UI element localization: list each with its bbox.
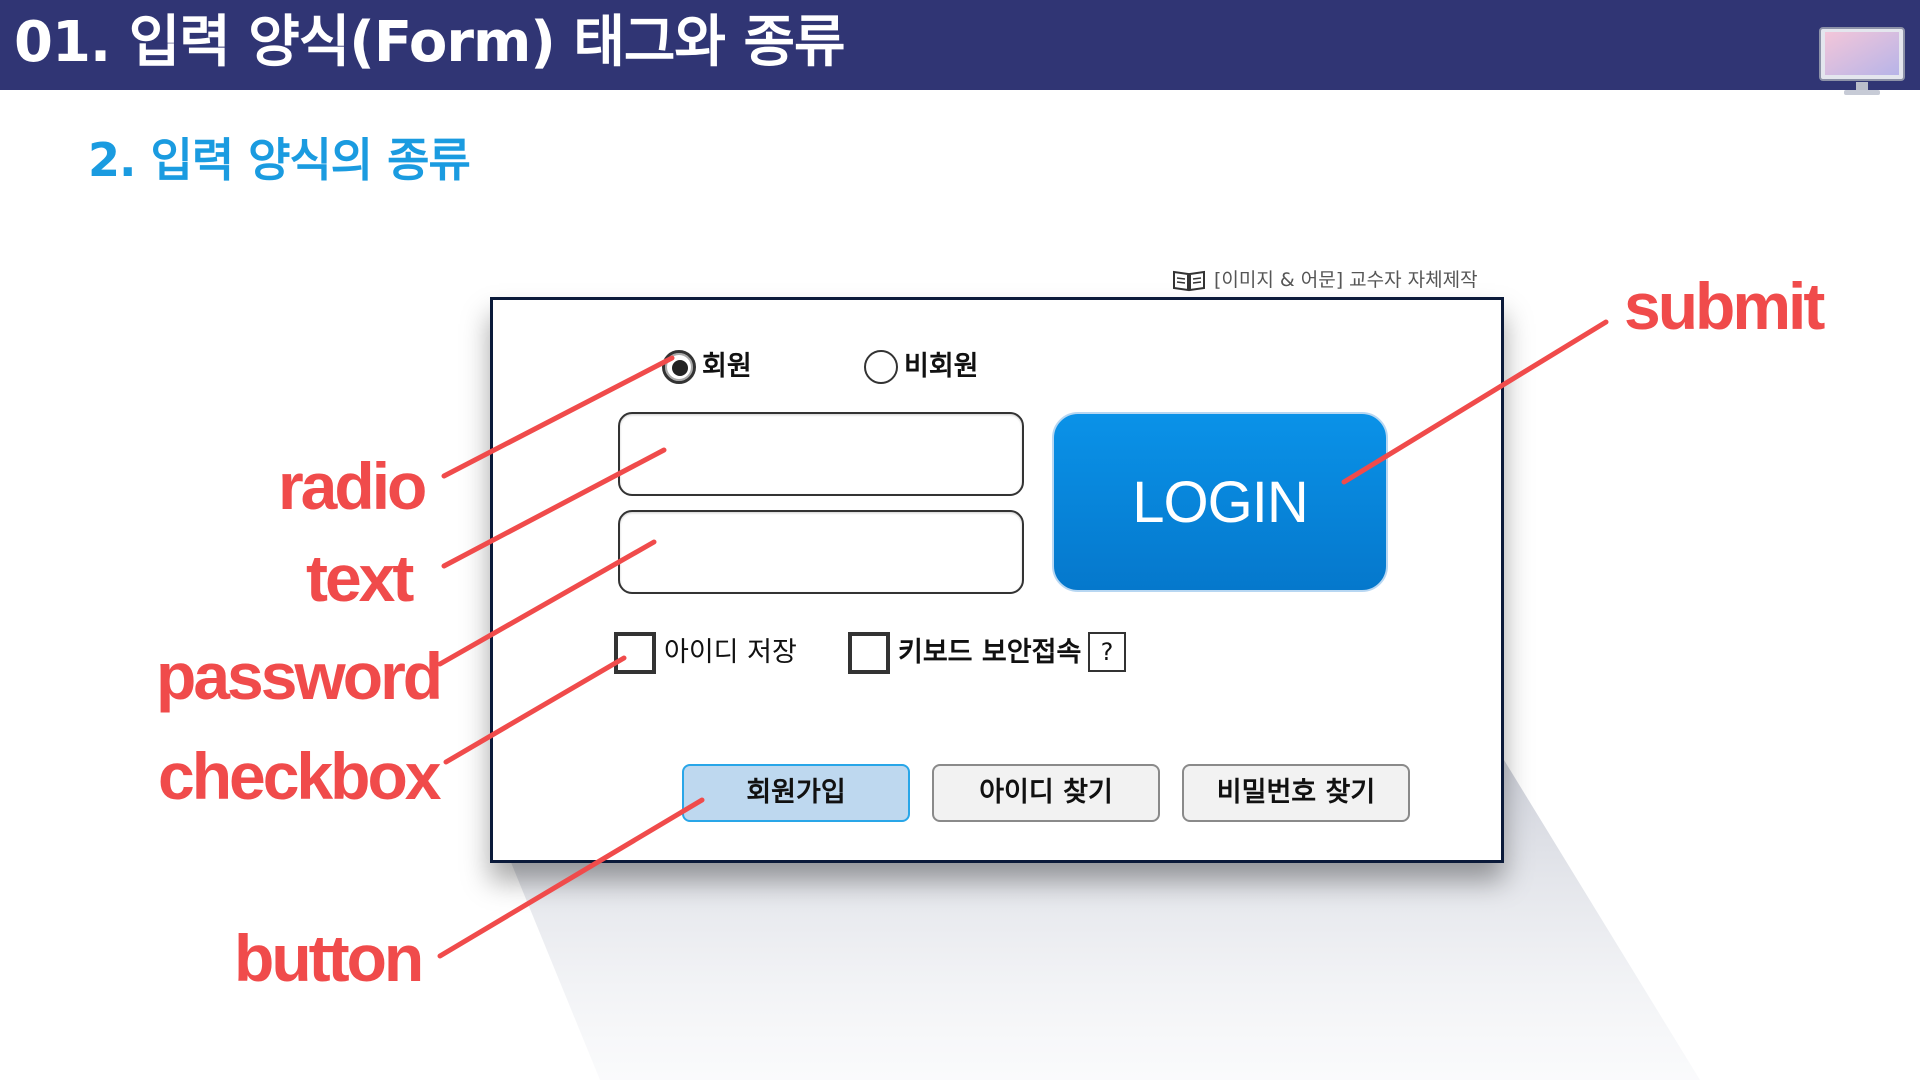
annotation-password: password	[156, 639, 443, 713]
credit-text: [이미지 & 어문] 교수자 자체제작	[1214, 269, 1478, 291]
radio-selected-dot	[672, 360, 688, 376]
radio-guest[interactable]	[864, 350, 898, 384]
login-submit-button[interactable]: LOGIN	[1052, 412, 1388, 592]
find-id-button[interactable]: 아이디 찾기	[932, 764, 1160, 822]
radio-member-label: 회원	[702, 351, 752, 382]
remember-id-checkbox[interactable]	[614, 632, 656, 674]
section-subtitle: 2. 입력 양식의 종류	[88, 133, 471, 187]
annotation-button: button	[234, 921, 424, 995]
annotation-radio: radio	[278, 449, 427, 523]
password-input[interactable]	[618, 510, 1024, 594]
help-button[interactable]: ?	[1088, 632, 1126, 672]
keyboard-security-label: 키보드 보안접속	[898, 637, 1082, 668]
remember-id-label: 아이디 저장	[664, 637, 797, 668]
page-title: 01. 입력 양식(Form) 태그와 종류	[14, 10, 845, 75]
annotation-text: text	[306, 541, 414, 615]
radio-member[interactable]	[662, 350, 696, 384]
id-text-input[interactable]	[618, 412, 1024, 496]
header-bar: 01. 입력 양식(Form) 태그와 종류	[0, 0, 1920, 95]
monitor-icon	[1819, 27, 1905, 95]
keyboard-security-checkbox[interactable]	[848, 632, 890, 674]
radio-guest-label: 비회원	[904, 351, 979, 382]
annotation-submit: submit	[1624, 269, 1825, 343]
book-icon	[1173, 270, 1205, 292]
annotation-checkbox: checkbox	[158, 739, 441, 813]
image-credit: [이미지 & 어문] 교수자 자체제작	[1172, 266, 1478, 294]
signup-button[interactable]: 회원가입	[682, 764, 910, 822]
find-password-button[interactable]: 비밀번호 찾기	[1182, 764, 1410, 822]
